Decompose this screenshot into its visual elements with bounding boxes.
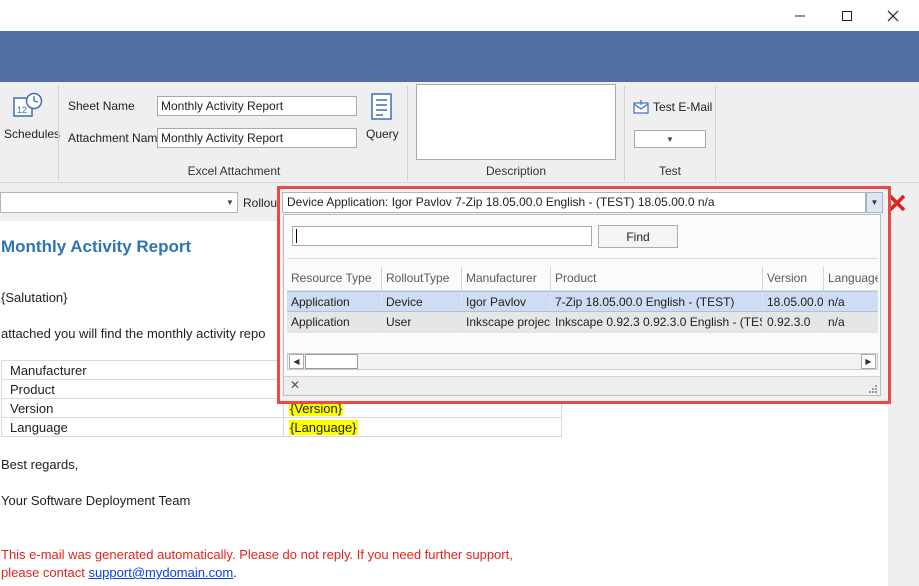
minimize-icon: [795, 15, 805, 16]
description-textarea[interactable]: [416, 84, 616, 160]
ribbon-separator: [624, 86, 625, 180]
salutation-text: {Salutation}: [1, 290, 68, 305]
chevron-down-icon: ▼: [666, 134, 674, 144]
cell-version: 0.92.3.0: [763, 312, 824, 333]
query-label[interactable]: Query: [366, 127, 399, 141]
cell-manufacturer: Inkscape project: [462, 312, 551, 333]
cell-rollout-type: User: [382, 312, 462, 333]
test-email-button[interactable]: Test E-Mail: [653, 100, 712, 114]
test-group-label: Test: [658, 164, 681, 178]
table-cell-label: Manufacturer: [1, 360, 284, 380]
ribbon-separator: [58, 86, 59, 180]
ribbon-separator: [715, 86, 716, 180]
header-band: [0, 31, 919, 82]
footer-notice: This e-mail was generated automatically.…: [1, 547, 513, 562]
horizontal-scrollbar[interactable]: [287, 353, 878, 370]
text-cursor: [296, 229, 297, 243]
column-header-manufacturer[interactable]: Manufacturer: [462, 267, 551, 290]
cell-product: Inkscape 0.92.3 0.92.3.0 English - (TEST…: [551, 312, 763, 333]
description-group-label: Description: [485, 164, 547, 178]
sheet-name-input[interactable]: Monthly Activity Report: [157, 96, 357, 116]
column-header-product[interactable]: Product: [551, 267, 763, 290]
lookup-search-input[interactable]: [292, 226, 592, 246]
attachment-name-label: Attachment Name: [68, 131, 165, 145]
envelope-icon: [633, 100, 649, 114]
footer-suffix: .: [233, 565, 237, 580]
cell-version: 18.05.00.0: [763, 292, 824, 311]
close-button[interactable]: [870, 0, 916, 31]
close-icon: [887, 10, 899, 21]
intro-text: attached you will find the monthly activ…: [1, 326, 266, 341]
maximize-icon: [842, 10, 852, 21]
query-icon: [371, 93, 392, 120]
chevron-down-icon: ▼: [870, 198, 879, 207]
email-side-strip: [888, 221, 919, 586]
cell-language: n/a: [828, 295, 845, 309]
maximize-button[interactable]: [824, 0, 870, 31]
scroll-right-icon[interactable]: ▶: [861, 354, 876, 369]
table-cell-value: {Language}: [283, 417, 562, 437]
support-email-link[interactable]: support@mydomain.com: [88, 565, 233, 580]
column-header-language[interactable]: Language: [824, 267, 878, 290]
minimize-button[interactable]: [777, 0, 823, 31]
rollout-dropdown-toggle[interactable]: ▼: [866, 192, 883, 213]
cell-product: 7-Zip 18.05.00.0 English - (TEST): [551, 292, 763, 311]
email-title: Monthly Activity Report: [1, 237, 192, 256]
schedules-label[interactable]: Schedules: [4, 127, 60, 141]
cell-manufacturer: Igor Pavlov: [462, 292, 551, 311]
rollout-dropdown[interactable]: Device Application: Igor Pavlov 7-Zip 18…: [282, 192, 866, 213]
template-dropdown[interactable]: [0, 192, 238, 213]
table-cell-label: Product: [1, 379, 284, 399]
column-header-rollout-type[interactable]: RolloutType: [382, 267, 462, 290]
grip-dots: [869, 385, 877, 393]
calendar-clock-icon: 12: [13, 92, 43, 117]
popup-close-icon[interactable]: ✕: [290, 378, 300, 392]
regards-text: Best regards,: [1, 457, 79, 472]
sheet-name-label: Sheet Name: [68, 99, 135, 113]
column-header-version[interactable]: Version: [763, 267, 824, 290]
table-cell-label: Language: [1, 417, 284, 437]
excel-attachment-group-label: Excel Attachment: [187, 164, 281, 178]
cell-resource-type: Application: [287, 292, 382, 311]
table-cell-label: Version: [1, 398, 284, 418]
chevron-down-icon[interactable]: ▼: [222, 193, 238, 212]
svg-text:12: 12: [17, 105, 27, 115]
scroll-left-icon[interactable]: ◀: [289, 354, 304, 369]
scrollbar-thumb[interactable]: [305, 354, 358, 369]
query-button[interactable]: [370, 93, 394, 121]
divider: [287, 258, 878, 259]
grid-header: Resource Type RolloutType Manufacturer P…: [287, 267, 878, 291]
attachment-name-input[interactable]: Monthly Activity Report: [157, 128, 357, 148]
schedules-button[interactable]: 12: [11, 92, 45, 122]
rollout-label: Rollout: [243, 196, 281, 210]
table-row: Language {Language}: [1, 417, 562, 437]
test-recipient-dropdown[interactable]: ▼: [634, 130, 706, 148]
resize-grip-icon[interactable]: [868, 383, 878, 393]
column-header-resource-type[interactable]: Resource Type: [287, 267, 382, 290]
table-row[interactable]: Application User Inkscape project Inksca…: [287, 312, 878, 333]
ribbon-separator: [407, 86, 408, 180]
find-button[interactable]: Find: [598, 225, 678, 248]
language-placeholder: {Language}: [289, 419, 358, 435]
cell-resource-type: Application: [287, 312, 382, 333]
table-row[interactable]: Application Device Igor Pavlov 7-Zip 18.…: [287, 291, 878, 312]
cell-rollout-type: Device: [382, 292, 462, 311]
popup-footer: [284, 376, 880, 395]
lookup-grid: Resource Type RolloutType Manufacturer P…: [287, 267, 878, 333]
footer-contact-prefix: please contact: [1, 565, 89, 580]
footer-contact: please contact support@mydomain.com.: [1, 565, 237, 580]
test-email-button-icon-wrap[interactable]: [633, 99, 649, 115]
cell-language: n/a: [828, 315, 845, 329]
team-text: Your Software Deployment Team: [1, 493, 191, 508]
